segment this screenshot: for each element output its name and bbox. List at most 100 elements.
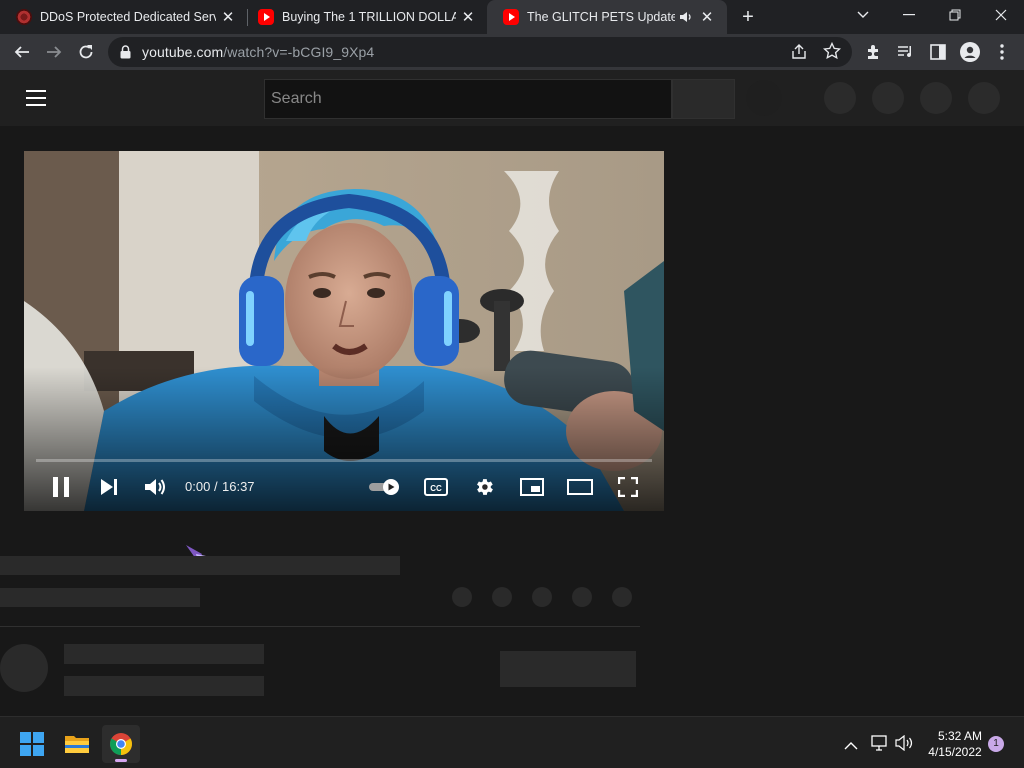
youtube-page: Search 0:00 / 16:37 CC: [0, 70, 1024, 716]
captions-button[interactable]: CC: [422, 467, 450, 507]
duration: 16:37: [222, 479, 255, 494]
browser-toolbar: youtube.com/watch?v=-bCGI9_9Xp4: [0, 34, 1024, 70]
url-text: youtube.com/watch?v=-bCGI9_9Xp4: [142, 44, 374, 60]
plus-icon: +: [742, 5, 754, 28]
tab-close-icon[interactable]: ✕: [216, 5, 240, 29]
captions-icon: CC: [424, 478, 448, 496]
search-placeholder: Search: [271, 90, 322, 107]
reload-button[interactable]: [70, 36, 102, 68]
theater-mode-icon: [567, 479, 593, 495]
close-window-button[interactable]: [978, 0, 1024, 30]
forward-button[interactable]: [38, 36, 70, 68]
masthead-button-placeholder[interactable]: [920, 82, 952, 114]
progress-bar[interactable]: [36, 459, 652, 462]
file-explorer-button[interactable]: [58, 725, 96, 763]
section-divider: [0, 626, 640, 627]
speaker-icon[interactable]: [679, 11, 695, 23]
clock-date[interactable]: 4/15/2022: [922, 745, 988, 759]
time-separator: /: [214, 479, 218, 494]
miniplayer-button[interactable]: [518, 467, 546, 507]
video-player[interactable]: 0:00 / 16:37 CC: [24, 151, 664, 511]
tab-close-icon[interactable]: ✕: [695, 5, 719, 29]
video-title-placeholder: [0, 556, 400, 575]
star-icon: [822, 41, 842, 60]
tab-buying-trillion[interactable]: Buying The 1 TRILLION DOLLAR V ✕: [242, 0, 486, 34]
show-hidden-icons-button[interactable]: [844, 737, 858, 755]
search-button[interactable]: [672, 79, 735, 119]
settings-button[interactable]: [470, 467, 498, 507]
video-frame: [24, 151, 664, 511]
address-bar[interactable]: youtube.com/watch?v=-bCGI9_9Xp4: [108, 37, 852, 67]
tab-title: Buying The 1 TRILLION DOLLAR V: [282, 10, 456, 24]
hamburger-menu-icon[interactable]: [26, 90, 46, 106]
forward-icon: [47, 46, 62, 58]
svg-text:CC: CC: [430, 484, 442, 493]
browser-tab-strip: DDoS Protected Dedicated Serve ✕ Buying …: [0, 0, 1024, 34]
chrome-taskbar-button[interactable]: [102, 725, 140, 763]
clock-time[interactable]: 5:32 AM: [930, 729, 990, 743]
volume-icon: [895, 734, 913, 752]
back-icon: [14, 46, 29, 58]
volume-button[interactable]: [140, 467, 170, 507]
active-app-indicator: [115, 759, 127, 762]
tab-glitch-pets-active[interactable]: The GLITCH PETS Update IS H ✕: [487, 0, 727, 34]
extensions-button[interactable]: [858, 36, 890, 68]
restore-button[interactable]: [932, 0, 978, 30]
close-icon: [995, 9, 1007, 21]
settings-gear-icon: [477, 479, 493, 495]
action-button-placeholder[interactable]: [492, 587, 512, 607]
chevron-down-icon: [857, 11, 869, 18]
action-button-placeholder[interactable]: [612, 587, 632, 607]
share-button[interactable]: [790, 43, 808, 66]
channel-name-placeholder: [64, 644, 264, 664]
autoplay-toggle[interactable]: [366, 467, 402, 507]
autoplay-toggle-icon: [369, 479, 399, 495]
fullscreen-button[interactable]: [614, 467, 642, 507]
profile-button[interactable]: [954, 36, 986, 68]
side-panel-button[interactable]: [922, 36, 954, 68]
current-time: 0:00: [185, 479, 211, 494]
youtube-icon: [258, 9, 274, 25]
lock-icon[interactable]: [120, 45, 131, 59]
action-button-placeholder[interactable]: [532, 587, 552, 607]
network-button[interactable]: [870, 735, 888, 756]
masthead-button-placeholder[interactable]: [872, 82, 904, 114]
pause-icon: [53, 477, 69, 497]
avatar-placeholder[interactable]: [968, 82, 1000, 114]
new-tab-button[interactable]: +: [736, 5, 760, 29]
windows-start-icon: [20, 732, 44, 756]
subscribe-button-placeholder[interactable]: [500, 651, 636, 687]
voice-search-placeholder[interactable]: [746, 80, 782, 116]
chrome-icon: [110, 733, 132, 755]
tab-close-icon[interactable]: ✕: [456, 5, 480, 29]
search-input[interactable]: Search: [264, 79, 672, 119]
tab-ddos-protected[interactable]: DDoS Protected Dedicated Serve ✕: [0, 0, 246, 34]
start-button[interactable]: [13, 725, 51, 763]
video-metadata-placeholder: [0, 588, 200, 607]
restore-icon: [949, 9, 961, 21]
bookmark-button[interactable]: [822, 41, 842, 65]
next-button[interactable]: [94, 467, 124, 507]
minimize-button[interactable]: [886, 0, 932, 30]
volume-tray-button[interactable]: [895, 734, 913, 756]
tab-search-button[interactable]: [840, 0, 886, 30]
file-explorer-icon: [65, 736, 89, 753]
notification-badge[interactable]: 1: [988, 736, 1004, 752]
network-icon: [871, 735, 887, 751]
fullscreen-icon: [618, 477, 638, 497]
reload-icon: [79, 45, 93, 59]
theater-mode-button[interactable]: [566, 467, 594, 507]
back-button[interactable]: [6, 36, 38, 68]
subscriber-count-placeholder: [64, 676, 264, 696]
pause-button[interactable]: [46, 467, 76, 507]
tab-title: DDoS Protected Dedicated Serve: [40, 10, 216, 24]
action-button-placeholder[interactable]: [572, 587, 592, 607]
windows-taskbar: 5:32 AM 4/15/2022 1: [0, 716, 1024, 768]
chrome-menu-button[interactable]: [986, 36, 1018, 68]
player-controls: 0:00 / 16:37 CC: [24, 467, 664, 507]
masthead-button-placeholder[interactable]: [824, 82, 856, 114]
tab-title: The GLITCH PETS Update IS H: [527, 10, 675, 24]
action-button-placeholder[interactable]: [452, 587, 472, 607]
media-control-button[interactable]: [890, 36, 922, 68]
media-queue-icon: [898, 46, 912, 58]
